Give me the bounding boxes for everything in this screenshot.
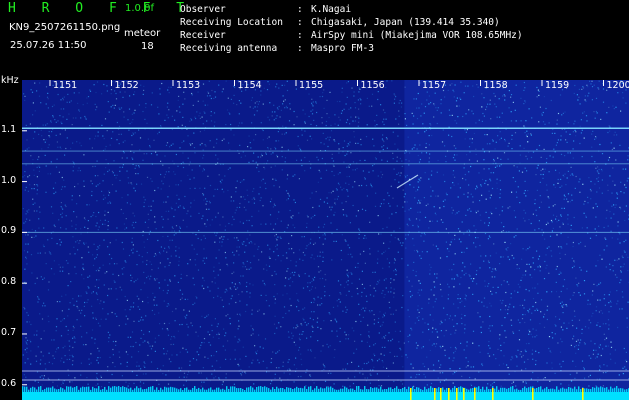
y-tick-label: 1.0 — [1, 174, 17, 186]
y-tick-label: 0.9 — [1, 225, 17, 237]
x-tick-label: 1159 — [545, 80, 570, 91]
header-panel: H R O F F T 1.0.0f KN9_2507261150.png me… — [0, 0, 629, 78]
x-tick-label: 1156 — [360, 80, 385, 91]
x-tick-label: 1157 — [422, 80, 447, 91]
y-tick-label: 0.6 — [1, 377, 17, 389]
info-location: Receiving Location: Chigasaki, Japan (139… — [180, 17, 500, 28]
meteor-label: meteor — [124, 28, 161, 39]
spectrogram — [22, 80, 629, 400]
spectrogram-canvas — [22, 80, 629, 400]
y-axis-unit: kHz — [1, 75, 19, 86]
info-receiver: Receiver: AirSpy mini (Miakejima VOR 108.… — [180, 30, 523, 41]
file-name: KN9_2507261150.png — [9, 22, 121, 33]
info-observer: Observer: K.Nagai — [180, 4, 352, 15]
x-tick-label: 1151 — [53, 80, 78, 91]
app-version: 1.0.0f — [125, 3, 154, 14]
x-tick-label: 1155 — [299, 80, 324, 91]
x-tick-label: 1154 — [237, 80, 262, 91]
x-tick-label: 1158 — [483, 80, 508, 91]
info-antenna: Receiving antenna: Maspro FM-3 — [180, 43, 374, 54]
observation-info: Observer: K.Nagai Receiving Location: Chig… — [180, 3, 523, 55]
date-time: 25.07.26 11:50 — [10, 40, 87, 51]
x-tick-label: 1153 — [176, 80, 201, 91]
x-tick-label: 1200 — [606, 80, 629, 91]
baseline-strip — [22, 392, 629, 400]
meteor-count: 18 — [141, 41, 154, 52]
app-logo: H R O F F T — [8, 1, 194, 16]
y-tick-label: 0.8 — [1, 276, 17, 288]
y-tick-label: 0.7 — [1, 326, 17, 338]
y-tick-label: 1.1 — [1, 123, 17, 135]
x-tick-label: 1152 — [114, 80, 139, 91]
